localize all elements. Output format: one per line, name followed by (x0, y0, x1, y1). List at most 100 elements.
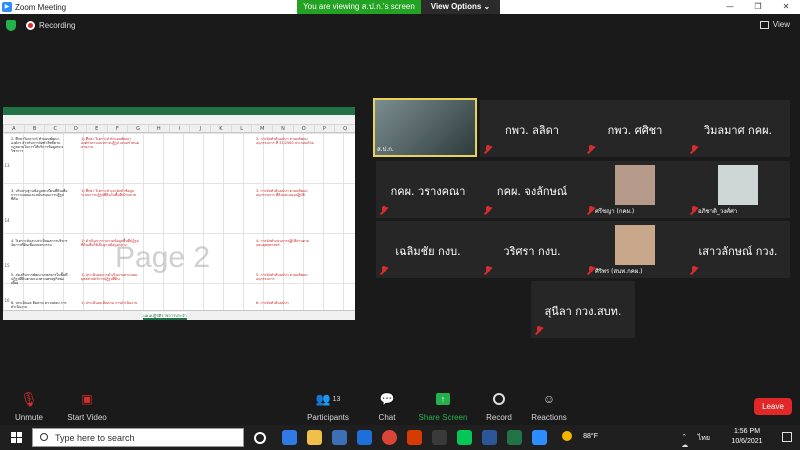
share-screen-button[interactable]: ↑ Share Screen (418, 389, 468, 425)
mic-muted-icon (587, 145, 595, 154)
column-header: A (3, 125, 24, 132)
record-button[interactable]: Record (484, 389, 514, 425)
store-icon[interactable] (332, 430, 347, 445)
view-options-button[interactable]: View Options ⌄ (421, 0, 500, 14)
excel-icon[interactable] (507, 430, 522, 445)
column-header: Q (334, 125, 355, 132)
participant-tile[interactable]: สุนีลา กวง.สบท. (531, 281, 635, 338)
participant-name: เฉลิมชัย กงบ. (395, 245, 461, 258)
mic-muted-icon (587, 266, 595, 275)
meeting-status: Recording (6, 20, 75, 31)
app-icon[interactable] (432, 430, 447, 445)
row-number: 13 (4, 163, 10, 168)
clock-date[interactable]: 10/6/2021 (722, 438, 772, 445)
view-button[interactable]: View (759, 20, 790, 29)
column-header: E (85, 125, 107, 132)
zoom-logo-icon: ▶ (2, 2, 12, 12)
participant-tile[interactable]: วิมลมาศ กคผ. (686, 100, 790, 157)
participant-name: เสาวลักษณ์ กวง. (698, 245, 778, 258)
participant-name: วิมลมาศ กคผ. (703, 124, 773, 137)
column-header: K (210, 125, 231, 132)
task-cell: 2. ศึกษาวิเคราะห์ ทำแผนพัฒนาองค์กร สำหรั… (11, 137, 64, 153)
detail-cell: 1) ศึกษา วิเคราะห์ และจัดทำข้อมูลระบบการ… (81, 189, 136, 197)
cortana-icon[interactable] (254, 432, 266, 444)
participants-button[interactable]: 👥 13 Participants (300, 389, 356, 425)
column-header: G (127, 125, 148, 132)
share-screen-icon: ↑ (436, 393, 450, 405)
record-label: Record (486, 413, 512, 422)
detail-cell: 1) ประเมินผล ติดตาม การดำเนินงาน (81, 301, 138, 305)
column-header: O (292, 125, 314, 132)
participant-name: กพว. ลลิดา (505, 124, 559, 137)
mic-off-icon: 🎙 (20, 390, 38, 407)
zoom-window: ▶ Zoom Meeting — ❐ ✕ You are viewing ส.ป… (0, 0, 800, 450)
chat-button[interactable]: 💬 Chat (372, 389, 402, 425)
edge-icon[interactable] (282, 430, 297, 445)
participants-label: Participants (307, 413, 349, 422)
participant-tile[interactable]: กคผ. จงลักษณ์ (480, 161, 584, 218)
office-icon[interactable] (407, 430, 422, 445)
mic-muted-icon (380, 266, 388, 275)
unmute-button[interactable]: 🎙 Unmute (12, 389, 46, 425)
reactions-button[interactable]: ☺ Reactions (530, 389, 568, 425)
close-button[interactable]: ✕ (772, 0, 800, 14)
mail-icon[interactable] (357, 430, 372, 445)
start-video-label: Start Video (67, 413, 107, 422)
column-header: C (44, 125, 65, 132)
maximize-button[interactable]: ❐ (744, 0, 772, 14)
word-icon[interactable] (482, 430, 497, 445)
participant-photo-tile[interactable]: อภิชาติ_วงศ์ศา (686, 161, 790, 218)
shared-screen[interactable]: A B C D E F G H I J K L M N O P Q 13 14 … (3, 107, 355, 320)
line-icon[interactable] (457, 430, 472, 445)
participant-tile[interactable]: กพว. ศศิชา (583, 100, 687, 157)
participant-tile[interactable]: กพว. ลลิดา (480, 100, 584, 157)
windows-start-icon[interactable] (11, 432, 22, 443)
mic-muted-icon (484, 266, 492, 275)
minimize-button[interactable]: — (716, 0, 744, 14)
file-explorer-icon[interactable] (307, 430, 322, 445)
page-watermark: Page 2 (115, 241, 211, 274)
participant-video-tile[interactable]: ส.ป.ก. (373, 98, 477, 157)
participant-tile[interactable]: เสาวลักษณ์ กวง. (686, 221, 790, 278)
participant-photo-tile[interactable]: ศรีชญา (กคผ.) (583, 161, 687, 218)
security-shield-icon[interactable] (6, 20, 16, 31)
column-header: B (23, 125, 45, 132)
windows-taskbar: Type here to search 88°F ⌃ ☁ ▭ 🔊 ไทย 1:5… (0, 425, 800, 450)
mic-muted-icon (690, 145, 698, 154)
excel-sheet-tabs: แผนปฏิบัติราชการประจำปี (3, 310, 355, 320)
column-header: N (272, 125, 293, 132)
participant-tile[interactable]: วริศรา กงบ. (480, 221, 584, 278)
notification-icon[interactable] (782, 432, 792, 442)
recording-label: Recording (39, 21, 76, 30)
participant-name: ส.ป.ก. (377, 146, 394, 153)
clock-time[interactable]: 1:56 PM (722, 428, 772, 435)
record-icon (493, 393, 505, 405)
view-label: View (772, 20, 790, 29)
chat-icon: 💬 (379, 392, 395, 406)
row-number: 16 (4, 298, 10, 303)
unmute-label: Unmute (14, 413, 43, 422)
recording-indicator[interactable]: Recording (26, 21, 75, 30)
participant-tile[interactable]: เฉลิมชัย กงบ. (376, 221, 480, 278)
recording-dot-icon (26, 21, 35, 30)
language-indicator[interactable]: ไทย (698, 433, 710, 444)
participant-name: สุนีลา กวง.สบท. (544, 305, 622, 318)
tray-icons[interactable]: ⌃ ☁ ▭ 🔊 (681, 433, 690, 450)
result-cell: 4. การจัดทำแผนการปฏิบัติงานตามแผนยุทธศาส… (256, 239, 310, 247)
leave-button[interactable]: Leave (754, 398, 792, 415)
weather-temp[interactable]: 88°F (583, 433, 598, 440)
zoom-taskbar-icon[interactable] (532, 430, 547, 445)
weather-icon[interactable] (562, 431, 572, 441)
detail-cell: 1) ศึกษา วิเคราะห์ ทำแผนพัฒนาองค์กรตามแน… (81, 137, 139, 149)
excel-column-headers: A B C D E F G H I J K L M N O P Q (3, 125, 355, 133)
participant-tile[interactable]: กคผ. วรางคณา (376, 161, 480, 218)
sheet-tab[interactable]: แผนปฏิบัติราชการประจำปี (143, 312, 187, 320)
participant-photo-tile[interactable]: ศิริพร (สนท.กคผ.) (583, 221, 687, 278)
reactions-label: Reactions (531, 413, 567, 422)
start-video-button[interactable]: ▣ Start Video (60, 389, 114, 425)
participant-name: วริศรา กงบ. (503, 245, 561, 258)
column-header: L (230, 125, 252, 132)
chrome-icon[interactable] (382, 430, 397, 445)
taskbar-search[interactable]: Type here to search (32, 428, 244, 447)
result-cell: 5. การจัดทำต้นฉบับฯ ตามมติคณะอนุกรรมการ (256, 273, 309, 281)
